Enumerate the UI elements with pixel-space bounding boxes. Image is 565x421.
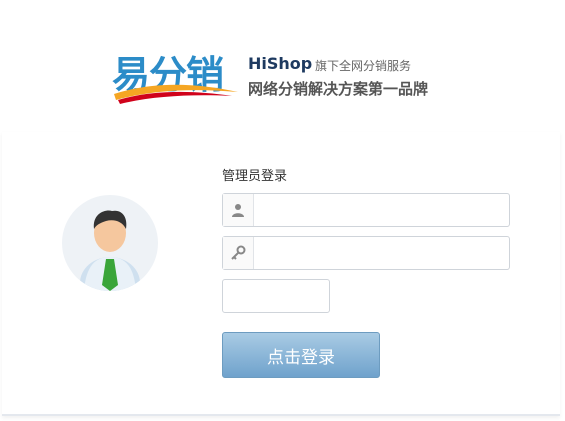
user-icon-box — [223, 194, 254, 226]
logo-swoosh-icon — [114, 84, 238, 104]
username-input[interactable] — [257, 195, 507, 227]
key-icon — [231, 245, 246, 260]
tagline-small: 旗下全网分销服务 — [315, 59, 412, 73]
username-field[interactable] — [222, 193, 510, 227]
captcha-input[interactable] — [223, 280, 333, 314]
header: 易分销 HiShop 旗下全网分销服务 网络分销解决方案第一品牌 — [0, 0, 565, 132]
brand-logo: 易分销 — [112, 44, 240, 106]
login-button[interactable]: 点击登录 — [222, 332, 380, 378]
admin-avatar — [62, 195, 158, 291]
password-field[interactable] — [222, 236, 510, 270]
login-title: 管理员登录 — [222, 169, 288, 184]
user-icon — [232, 204, 244, 217]
hishop-logo: HiShop — [248, 54, 313, 73]
tagline-big: 网络分销解决方案第一品牌 — [248, 80, 429, 98]
admin-avatar-icon — [80, 210, 140, 291]
key-icon-box — [223, 237, 254, 269]
password-input[interactable] — [257, 238, 507, 270]
captcha-field[interactable] — [222, 279, 333, 314]
